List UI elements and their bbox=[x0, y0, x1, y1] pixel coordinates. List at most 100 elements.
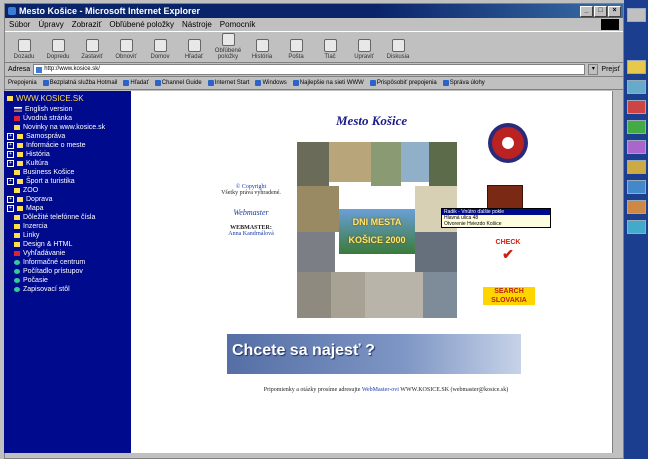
go-button[interactable]: Prejsť bbox=[601, 66, 623, 73]
search-slovakia-badge[interactable]: SEARCH SLOVAKIA bbox=[483, 287, 535, 305]
quick-launch-button[interactable] bbox=[627, 140, 646, 154]
back-button[interactable]: Dozadu bbox=[9, 39, 39, 62]
sidebar-item[interactable]: + Samospráva bbox=[4, 132, 131, 141]
quick-launch-button[interactable] bbox=[627, 60, 646, 74]
history-button[interactable]: História bbox=[247, 39, 277, 62]
sidebar-item[interactable]: English version bbox=[4, 105, 131, 114]
city-seal-icon[interactable] bbox=[488, 123, 528, 163]
history-icon bbox=[255, 39, 269, 52]
search-button[interactable]: Hľadať bbox=[179, 39, 209, 62]
sidebar-header[interactable]: WWW.KOSICE.SK bbox=[4, 91, 131, 105]
link-item[interactable]: Windows bbox=[255, 80, 287, 86]
address-label: Adresa bbox=[8, 66, 31, 73]
sidebar-item[interactable]: Vyhľadávanie bbox=[4, 249, 131, 258]
sidebar-item[interactable]: + Kultúra bbox=[4, 159, 131, 168]
sidebar-item[interactable]: ZOO bbox=[4, 186, 131, 195]
photo-tile bbox=[429, 142, 457, 186]
mail-button[interactable]: Pošta bbox=[281, 39, 311, 62]
discuss-button[interactable]: Diskusia bbox=[383, 39, 413, 62]
edit-button[interactable]: Upraviť bbox=[349, 39, 379, 62]
folder-icon bbox=[14, 242, 20, 247]
expand-icon[interactable]: + bbox=[7, 151, 14, 158]
forward-button[interactable]: Dopredu bbox=[43, 39, 73, 62]
menu-help[interactable]: Pomocník bbox=[220, 20, 256, 29]
sidebar-item[interactable]: Inzercia bbox=[4, 222, 131, 231]
expand-icon[interactable]: + bbox=[7, 205, 14, 212]
quick-launch-button[interactable] bbox=[627, 200, 646, 214]
quick-launch-button[interactable] bbox=[627, 80, 646, 94]
sidebar-item[interactable]: Novinky na www.kosice.sk bbox=[4, 123, 131, 132]
link-item[interactable]: Internet Start bbox=[207, 80, 249, 86]
quick-launch-button[interactable] bbox=[627, 180, 646, 194]
quick-launch-button[interactable] bbox=[627, 120, 646, 134]
sidebar-item[interactable]: + Doprava bbox=[4, 195, 131, 204]
title-bar[interactable]: Mesto Košice - Microsoft Internet Explor… bbox=[5, 4, 623, 18]
sidebar-item[interactable]: Design & HTML bbox=[4, 240, 131, 249]
sidebar-item[interactable]: Informačné centrum bbox=[4, 258, 131, 267]
home-button[interactable]: Domov bbox=[145, 39, 175, 62]
refresh-button[interactable]: Obnoviť bbox=[111, 39, 141, 62]
close-button[interactable]: × bbox=[608, 5, 621, 17]
menu-tools[interactable]: Nástroje bbox=[182, 20, 212, 29]
folder-icon bbox=[14, 224, 20, 229]
expand-icon[interactable]: + bbox=[7, 196, 14, 203]
sidebar-nav: WWW.KOSICE.SK English version Úvodná strá… bbox=[4, 91, 131, 453]
expand-icon[interactable]: + bbox=[7, 178, 14, 185]
folder-icon bbox=[17, 134, 23, 139]
favorites-button[interactable]: Obľúbené položky bbox=[213, 33, 243, 62]
address-input[interactable]: http://www.kosice.sk/ bbox=[33, 64, 586, 75]
sidebar-item-label: Doprava bbox=[26, 196, 53, 203]
expand-icon[interactable]: + bbox=[7, 160, 14, 167]
sidebar-item[interactable]: Počítadlo prístupov bbox=[4, 267, 131, 276]
ad-banner[interactable]: Chcete sa najesť ? bbox=[227, 334, 521, 374]
maximize-button[interactable]: □ bbox=[594, 5, 607, 17]
folder-icon bbox=[17, 161, 23, 166]
folder-icon bbox=[17, 206, 23, 211]
sidebar-item-label: Šport a turistika bbox=[26, 178, 75, 185]
link-item[interactable]: Hľadať bbox=[123, 80, 149, 86]
sidebar-item[interactable]: + Mapa bbox=[4, 204, 131, 213]
menu-view[interactable]: Zobraziť bbox=[72, 20, 102, 29]
expand-icon[interactable]: + bbox=[7, 133, 14, 140]
quick-launch-button[interactable] bbox=[627, 100, 646, 114]
banner-line-2: KOŠICE 2000 bbox=[348, 235, 406, 245]
link-item[interactable]: Bezplatná služba Hotmail bbox=[42, 80, 117, 86]
sidebar-item[interactable]: Zapisovací stôl bbox=[4, 285, 131, 294]
link-icon bbox=[369, 80, 376, 86]
webmaster-name-link[interactable]: Anna Kandrnálová bbox=[207, 231, 295, 237]
folder-icon bbox=[14, 170, 20, 175]
rights-text: Všetky práva vyhradené. bbox=[221, 190, 281, 196]
quick-launch-button[interactable] bbox=[627, 160, 646, 174]
stop-button[interactable]: Zastaviť bbox=[77, 39, 107, 62]
check-badge[interactable]: CHECK ✔ bbox=[494, 239, 522, 262]
quick-launch-button[interactable] bbox=[627, 8, 646, 22]
menu-edit[interactable]: Úpravy bbox=[38, 20, 63, 29]
globe-icon bbox=[14, 287, 20, 292]
minimize-button[interactable]: _ bbox=[580, 5, 593, 17]
link-icon bbox=[255, 80, 262, 86]
sidebar-item[interactable]: Počasie bbox=[4, 276, 131, 285]
sidebar-item[interactable]: + Informácie o meste bbox=[4, 141, 131, 150]
sidebar-item[interactable]: Úvodná stránka bbox=[4, 114, 131, 123]
footer-webmaster-link[interactable]: WebMaster-ovi bbox=[362, 387, 399, 393]
sidebar-item[interactable]: Dôležité telefónne čísla bbox=[4, 213, 131, 222]
sidebar-item[interactable]: + Šport a turistika bbox=[4, 177, 131, 186]
print-button[interactable]: Tlač bbox=[315, 39, 345, 62]
quick-launch-button[interactable] bbox=[627, 220, 646, 234]
link-item[interactable]: Channel Guide bbox=[154, 80, 202, 86]
photo-collage[interactable]: DNI MESTA KOŠICE 2000 bbox=[297, 142, 457, 318]
link-item[interactable]: Najlepšie na sieti WWW bbox=[292, 80, 364, 86]
address-dropdown-icon[interactable]: ▾ bbox=[588, 64, 599, 75]
expand-icon[interactable]: + bbox=[7, 142, 14, 149]
sidebar-item-label: Zapisovací stôl bbox=[23, 286, 70, 293]
menu-favorites[interactable]: Obľúbené položky bbox=[109, 20, 174, 29]
vertical-scrollbar[interactable] bbox=[612, 91, 621, 453]
sidebar-item[interactable]: Business Košice bbox=[4, 168, 131, 177]
flag-icon bbox=[14, 107, 22, 112]
link-item[interactable]: Prispôsobiť prepojenia bbox=[369, 80, 437, 86]
sidebar-item[interactable]: + História bbox=[4, 150, 131, 159]
sidebar-item[interactable]: Linky bbox=[4, 231, 131, 240]
menu-file[interactable]: Súbor bbox=[9, 20, 30, 29]
webmaster-logo[interactable]: Webmaster bbox=[233, 208, 268, 217]
link-item[interactable]: Správa úlohy bbox=[442, 80, 485, 86]
